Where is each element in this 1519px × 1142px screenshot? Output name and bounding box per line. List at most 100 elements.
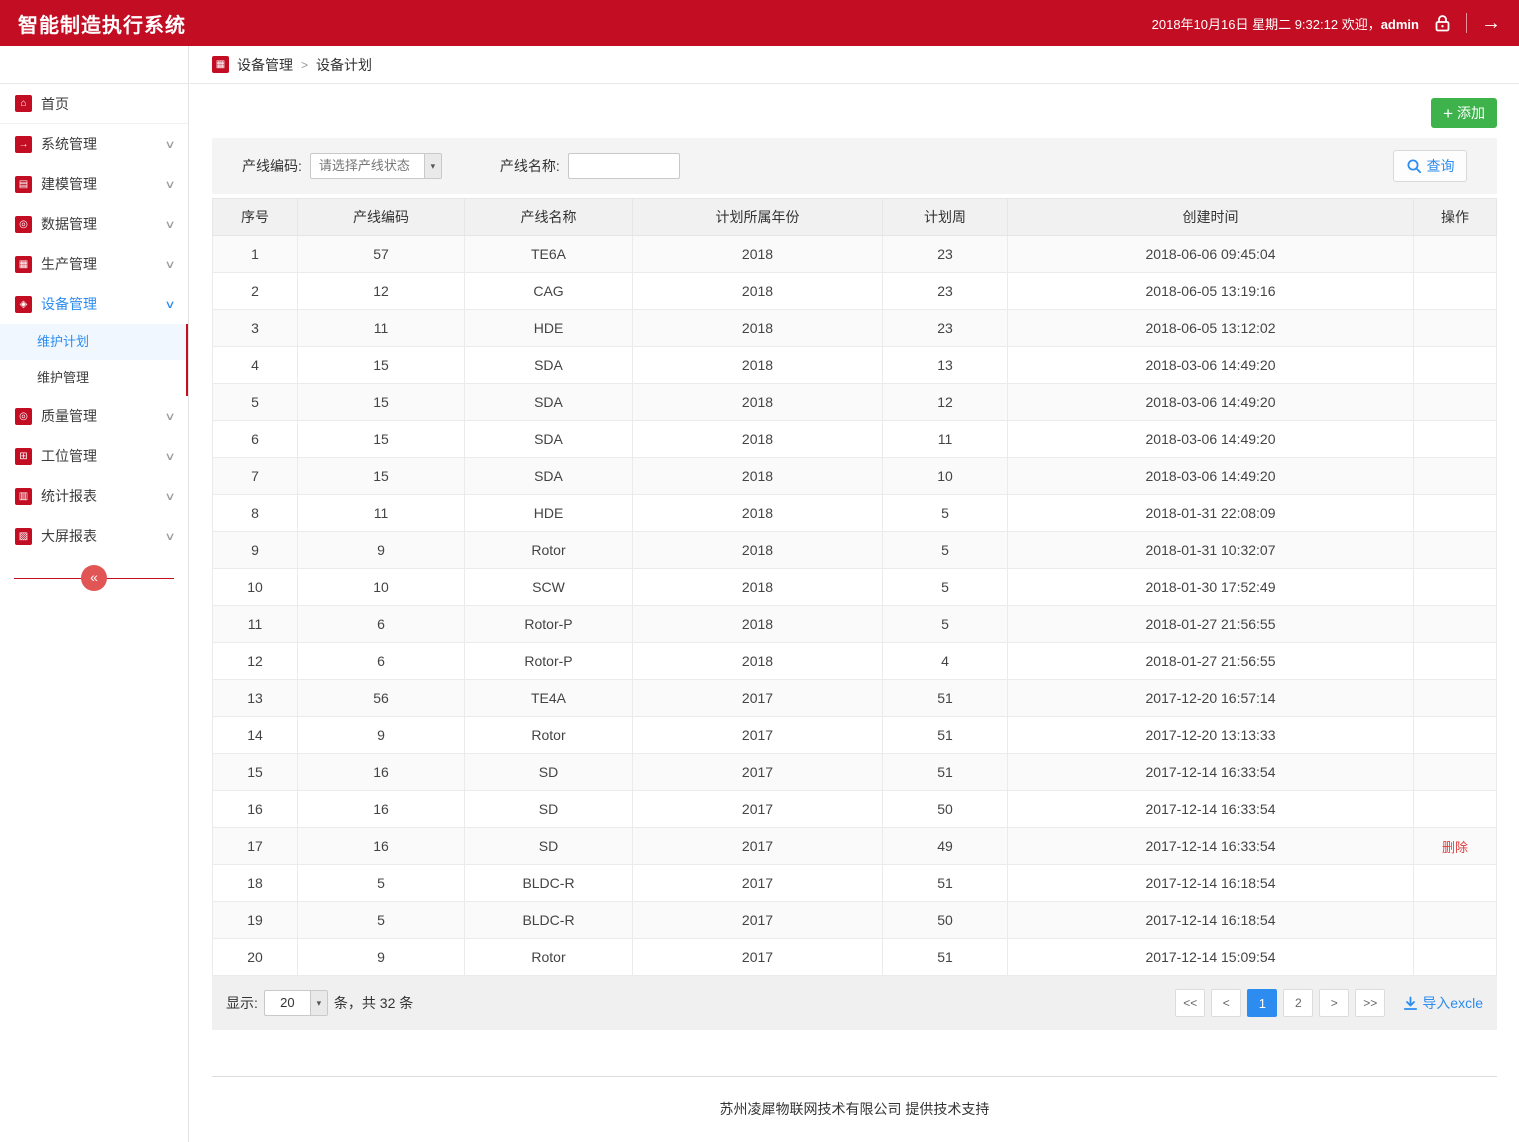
add-button-label: 添加 [1457,103,1485,123]
table-cell: BLDC-R [465,902,633,939]
username: admin [1381,17,1419,32]
table-cell: 2017-12-20 16:57:14 [1008,680,1414,717]
column-header: 产线编码 [298,199,465,236]
sidebar-item-quality[interactable]: ◎质量管理∨ [0,396,188,436]
page-button-<<[interactable]: << [1175,989,1205,1017]
table-cell: SDA [465,458,633,495]
main-content: + 添加 产线编码: 请选择产线状态 ▾ 产线名称: 查询 序号产线编码产线名称… [190,84,1519,1142]
page-button-2[interactable]: 2 [1283,989,1313,1017]
data-icon: ◎ [15,216,32,233]
table-cell: 15 [298,384,465,421]
query-button[interactable]: 查询 [1393,150,1467,182]
table-cell: 11 [298,495,465,532]
sidebar-item-home[interactable]: ⌂首页 [0,84,188,124]
module-icon: ▦ [212,56,229,73]
table-row: 1356TE4A2017512017-12-20 16:57:14 [213,680,1497,717]
table-cell: Rotor [465,939,633,976]
column-header: 产线名称 [465,199,633,236]
display-label: 显示: [226,993,258,1013]
line-code-select[interactable]: 请选择产线状态 ▾ [310,153,442,179]
sidebar-item-label: 建模管理 [41,174,166,194]
line-name-input[interactable] [568,153,680,179]
table-cell: 2018-06-06 09:45:04 [1008,236,1414,273]
table-cell: 51 [883,680,1008,717]
table-cell: 2018 [633,606,883,643]
sidebar-item-modeling[interactable]: ▤ 建模管理∨ [0,164,188,204]
action-cell [1414,236,1497,273]
chevron-down-icon: ∨ [164,218,175,231]
add-button[interactable]: + 添加 [1431,98,1497,128]
sidebar-item-equipment[interactable]: ◈设备管理∨ [0,284,188,324]
line-name-label: 产线名称: [500,156,560,176]
table-row: 415SDA2018132018-03-06 14:49:20 [213,347,1497,384]
table-cell: 2018-06-05 13:19:16 [1008,273,1414,310]
table-row: 515SDA2018122018-03-06 14:49:20 [213,384,1497,421]
chevron-down-icon: ∨ [164,178,175,191]
table-cell: 14 [213,717,298,754]
model-icon: ▤ [15,176,32,193]
table-cell: 2018 [633,495,883,532]
table-body: 157TE6A2018232018-06-06 09:45:04212CAG20… [213,236,1497,976]
table-row: 149Rotor2017512017-12-20 13:13:33 [213,717,1497,754]
page-size-select[interactable]: 20 ▾ [264,990,328,1016]
page-size-area: 显示: 20 ▾ 条，共 32 条 [226,990,413,1016]
sidebar-item-bigscreen[interactable]: ▨大屏报表∨ [0,516,188,556]
sidebar-collapse-divider: « [14,578,174,579]
action-cell: 删除 [1414,828,1497,865]
action-cell [1414,865,1497,902]
table-cell: 2018-03-06 14:49:20 [1008,421,1414,458]
sidebar-item-station[interactable]: ⊞工位管理∨ [0,436,188,476]
table-cell: 6 [298,643,465,680]
sidebar-collapse-button[interactable]: « [81,565,107,591]
action-cell [1414,495,1497,532]
production-icon: ▦ [15,256,32,273]
table-cell: 2018 [633,569,883,606]
page-button-1[interactable]: 1 [1247,989,1277,1017]
table-cell: Rotor [465,532,633,569]
table-cell: SD [465,791,633,828]
table-cell: 10 [883,458,1008,495]
sidebar-item-label: 首页 [41,94,188,114]
table-cell: 57 [298,236,465,273]
import-excel-link[interactable]: 导入excle [1403,993,1483,1013]
table-cell: 2017-12-14 15:09:54 [1008,939,1414,976]
table-cell: SCW [465,569,633,606]
table-cell: 49 [883,828,1008,865]
table-cell: SDA [465,384,633,421]
top-header: 智能制造执行系统 2018年10月16日 星期二 9:32:12 欢迎，admi… [0,0,1519,46]
table-row: 185BLDC-R2017512017-12-14 16:18:54 [213,865,1497,902]
table-cell: 2017-12-14 16:18:54 [1008,865,1414,902]
sidebar-subitem-maintenance-plan[interactable]: 维护计划 [0,324,186,360]
equipment-submenu: 维护计划维护管理 [0,324,188,396]
delete-link[interactable]: 删除 [1442,840,1468,855]
table-cell: SDA [465,347,633,384]
table-cell: 9 [298,717,465,754]
table-cell: 11 [298,310,465,347]
table-cell: 9 [298,939,465,976]
table-cell: 2018-01-30 17:52:49 [1008,569,1414,606]
table-cell: 2017-12-14 16:18:54 [1008,902,1414,939]
table-cell: 11 [213,606,298,643]
sidebar-item-production[interactable]: ▦生产管理∨ [0,244,188,284]
sidebar-item-system[interactable]: →系统管理∨ [0,124,188,164]
page-button->>[interactable]: >> [1355,989,1385,1017]
pagination-buttons: <<<12>>> [1175,989,1385,1017]
table-row: 212CAG2018232018-06-05 13:19:16 [213,273,1497,310]
breadcrumb-parent[interactable]: 设备管理 [237,55,293,75]
sidebar-item-report[interactable]: ▥统计报表∨ [0,476,188,516]
sidebar-subitem-maintenance-manage[interactable]: 维护管理 [0,360,186,396]
lock-icon[interactable] [1433,14,1452,33]
table-cell: 2017 [633,902,883,939]
table-cell: 51 [883,754,1008,791]
table-cell: 6 [213,421,298,458]
sidebar-item-data[interactable]: ◎ 数据管理∨ [0,204,188,244]
page-button-<[interactable]: < [1211,989,1241,1017]
logout-arrow-icon[interactable]: → [1481,12,1501,35]
table-cell: 51 [883,939,1008,976]
footer-divider [212,1076,1497,1077]
sidebar-item-label: 数据管理 [41,214,166,234]
action-cell [1414,791,1497,828]
table-cell: 2018 [633,236,883,273]
page-button->[interactable]: > [1319,989,1349,1017]
table-cell: 23 [883,310,1008,347]
